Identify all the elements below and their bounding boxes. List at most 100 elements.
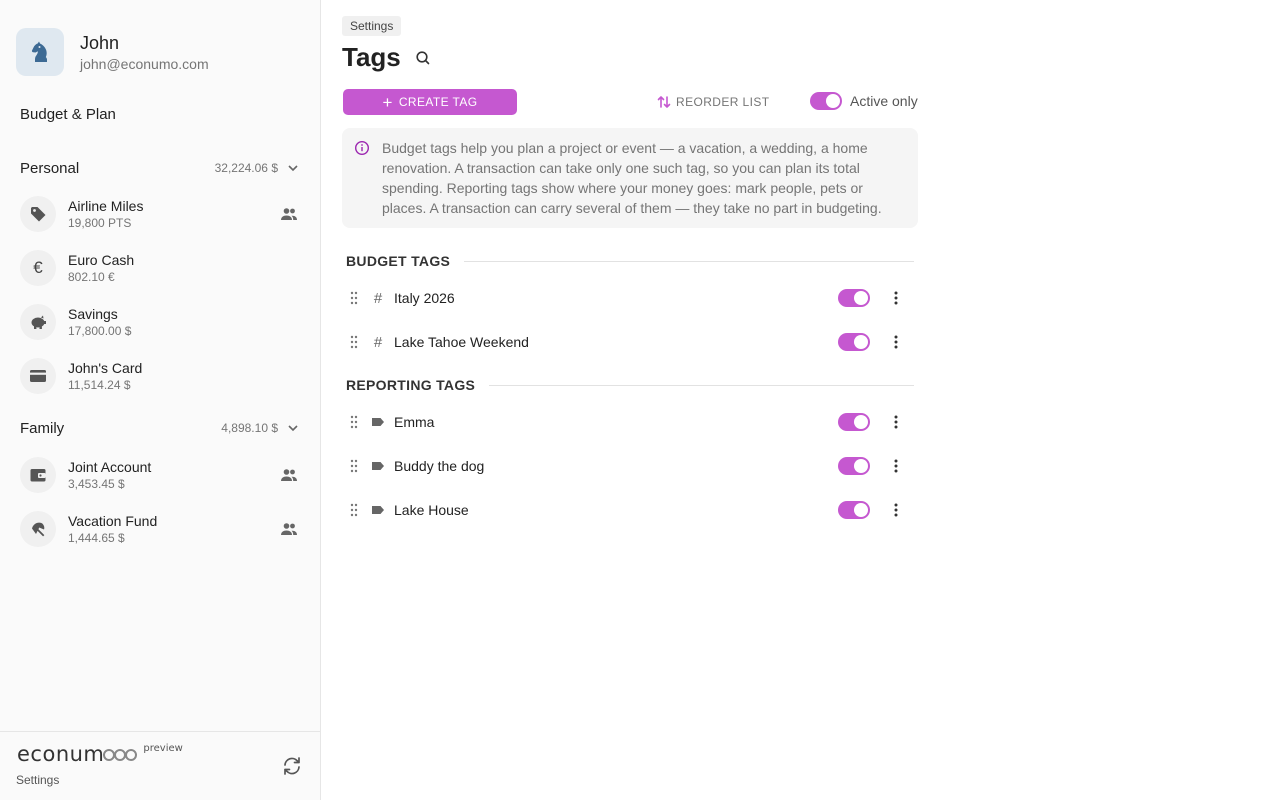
drag-handle[interactable]	[346, 335, 362, 349]
hash-icon: #	[373, 333, 383, 351]
tag-row-italy-2026[interactable]: # Italy 2026	[346, 282, 914, 314]
info-banner: Budget tags help you plan a project or e…	[342, 128, 918, 228]
active-only-toggle-row: Active only	[810, 92, 918, 110]
tag-active-toggle[interactable]	[838, 457, 870, 475]
sidebar-footer: econum preview Settings	[0, 731, 320, 800]
account-balance: 19,800 PTS	[68, 215, 132, 230]
tag-row-lake-tahoe-weekend[interactable]: # Lake Tahoe Weekend	[346, 326, 914, 358]
account-icon	[20, 457, 56, 493]
account-item-euro-cash[interactable]: € Euro Cash 802.10 €	[20, 246, 310, 290]
tag-row-lake-house[interactable]: Lake House	[346, 494, 914, 526]
tag-name: Lake Tahoe Weekend	[394, 334, 529, 350]
chevron-down-icon[interactable]	[286, 161, 300, 175]
tag-name: Emma	[394, 414, 435, 430]
toggle-knob	[854, 459, 868, 473]
account-group-personal[interactable]: Personal 32,224.06 $	[20, 158, 300, 178]
account-name: Savings	[68, 305, 118, 322]
toggle-knob	[826, 94, 840, 108]
shared-users-icon	[281, 523, 297, 535]
more-menu-button[interactable]	[890, 291, 902, 305]
drag-handle-icon	[350, 335, 358, 349]
account-balance: 1,444.65 $	[68, 530, 125, 545]
account-balance: 17,800.00 $	[68, 323, 132, 338]
tag-icon	[31, 207, 46, 222]
group-name: Personal	[20, 159, 80, 177]
account-icon	[20, 196, 56, 232]
tag-name: Buddy the dog	[394, 458, 485, 474]
drag-handle-icon	[350, 459, 358, 473]
preview-badge: preview	[143, 743, 183, 754]
info-text: Budget tags help you plan a project or e…	[382, 140, 882, 216]
reorder-list-button[interactable]: REORDER LIST	[656, 92, 769, 112]
sync-button[interactable]	[280, 754, 304, 783]
avatar	[16, 28, 64, 76]
drag-handle[interactable]	[346, 503, 362, 517]
account-item-joint-account[interactable]: Joint Account 3,453.45 $	[20, 453, 310, 497]
hash-icon: #	[373, 289, 383, 307]
wallet-icon	[30, 469, 46, 482]
tag-name: Italy 2026	[394, 290, 455, 306]
create-tag-button[interactable]: + CREATE TAG	[343, 89, 517, 115]
drag-handle-icon	[350, 415, 358, 429]
more-menu-button[interactable]	[890, 503, 902, 517]
tag-row-emma[interactable]: Emma	[346, 406, 914, 438]
more-vertical-icon	[894, 291, 898, 305]
tag-active-toggle[interactable]	[838, 501, 870, 519]
tag-active-toggle[interactable]	[838, 413, 870, 431]
account-icon	[20, 304, 56, 340]
more-menu-button[interactable]	[890, 415, 902, 429]
active-only-toggle[interactable]	[810, 92, 842, 110]
user-profile[interactable]: John john@econumo.com	[16, 28, 209, 76]
toggle-knob	[854, 415, 868, 429]
tag-active-toggle[interactable]	[838, 289, 870, 307]
sync-icon	[284, 757, 300, 775]
group-total: 32,224.06 $	[214, 161, 278, 175]
beach-umbrella-icon	[32, 522, 45, 537]
section-divider	[489, 384, 914, 386]
piggy-bank-icon	[31, 315, 46, 329]
search-button[interactable]	[415, 50, 431, 66]
account-name: Vacation Fund	[68, 512, 158, 529]
more-vertical-icon	[894, 335, 898, 349]
account-item-johns-card[interactable]: John's Card 11,514.24 $	[20, 354, 310, 398]
account-name: John's Card	[68, 359, 143, 376]
account-balance: 11,514.24 $	[68, 377, 131, 392]
user-email: john@econumo.com	[80, 56, 209, 72]
econumo-logo[interactable]: econum preview	[17, 742, 183, 766]
chess-knight-icon	[31, 41, 47, 62]
account-icon	[20, 511, 56, 547]
account-name: Airline Miles	[68, 197, 144, 214]
tag-active-toggle[interactable]	[838, 333, 870, 351]
account-group-family[interactable]: Family 4,898.10 $	[20, 418, 300, 438]
more-menu-button[interactable]	[890, 335, 902, 349]
toggle-knob	[854, 503, 868, 517]
breadcrumb[interactable]: Settings	[342, 16, 402, 36]
plus-icon: +	[382, 92, 393, 112]
tag-row-buddy-the-dog[interactable]: Buddy the dog	[346, 450, 914, 482]
shared-users-icon	[281, 208, 297, 220]
drag-handle[interactable]	[346, 459, 362, 473]
shared-users-icon	[281, 469, 297, 481]
account-item-airline-miles[interactable]: Airline Miles 19,800 PTS	[20, 192, 310, 236]
group-total: 4,898.10 $	[221, 421, 278, 435]
create-tag-label: CREATE TAG	[398, 95, 478, 109]
swap-vertical-icon	[657, 96, 671, 108]
account-item-savings[interactable]: Savings 17,800.00 $	[20, 300, 310, 344]
more-vertical-icon	[894, 503, 898, 517]
chevron-down-icon[interactable]	[286, 421, 300, 435]
group-name: Family	[20, 419, 65, 437]
active-only-label: Active only	[850, 93, 918, 109]
more-menu-button[interactable]	[890, 459, 902, 473]
budget-plan-link[interactable]: Budget & Plan	[20, 106, 116, 123]
account-item-vacation-fund[interactable]: Vacation Fund 1,444.65 $	[20, 507, 310, 551]
reorder-list-label: REORDER LIST	[676, 95, 770, 109]
page-title: Tags	[342, 42, 401, 72]
logo-text: econum	[17, 742, 105, 766]
label-icon	[370, 417, 386, 427]
settings-link[interactable]: Settings	[16, 773, 59, 787]
label-icon	[370, 461, 386, 471]
drag-handle[interactable]	[346, 291, 362, 305]
drag-handle[interactable]	[346, 415, 362, 429]
drag-handle-icon	[350, 503, 358, 517]
search-icon	[416, 50, 430, 64]
